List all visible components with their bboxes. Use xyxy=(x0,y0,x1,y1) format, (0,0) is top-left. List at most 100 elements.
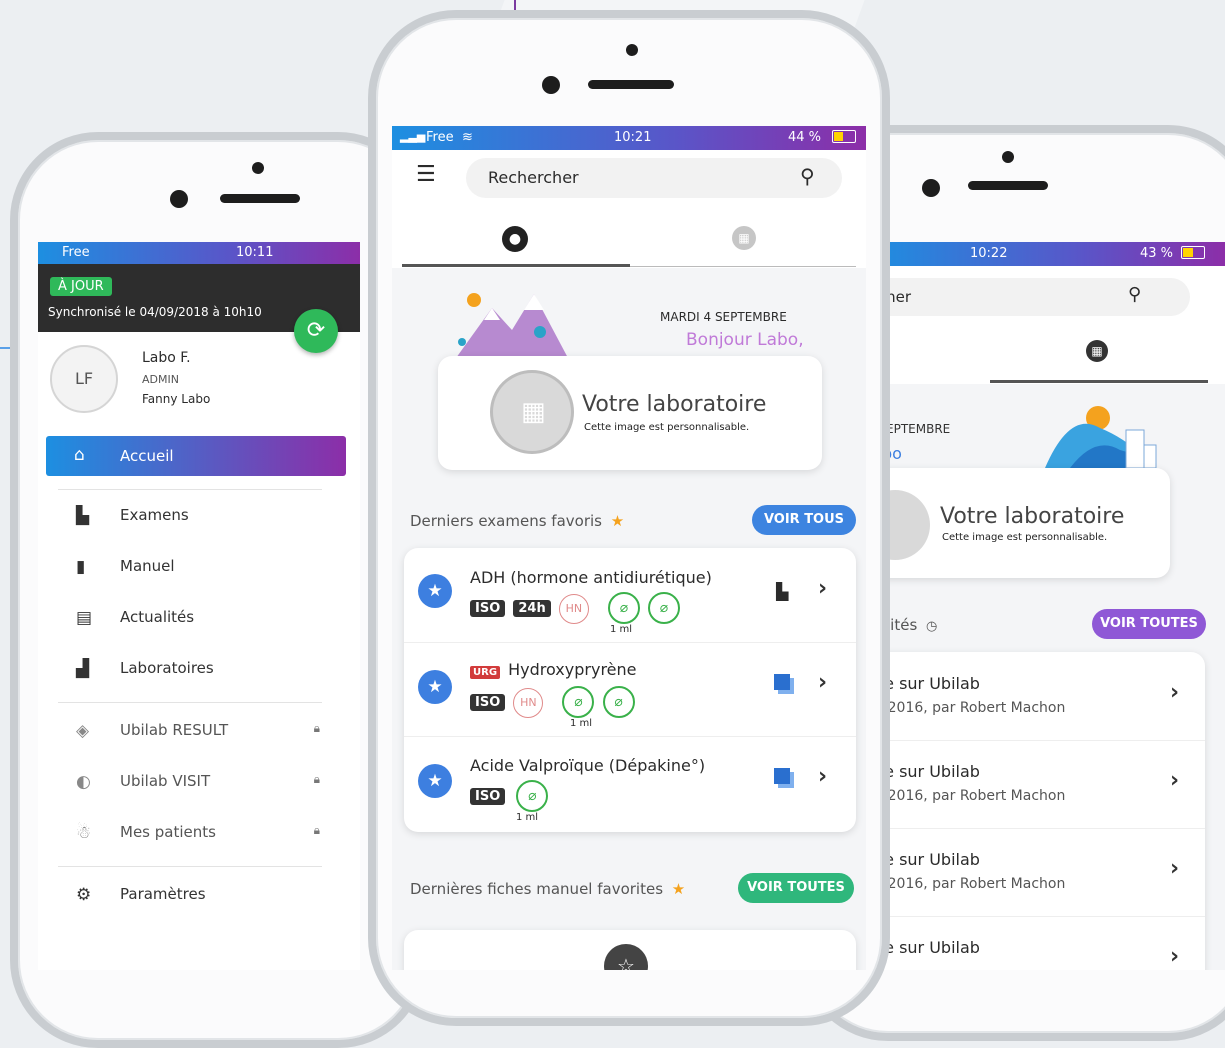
lock-icon: 🔒︎ xyxy=(313,721,320,735)
menu-item-laboratoires[interactable]: ▟ Laboratoires xyxy=(38,659,360,687)
carrier: Free xyxy=(62,245,90,260)
menu-item-examens[interactable]: ▙ Examens xyxy=(38,506,360,534)
divider xyxy=(58,702,322,703)
wifi-icon: ≋ xyxy=(462,130,473,145)
iso-tag: ISO xyxy=(470,788,506,805)
news-item[interactable]: ue sur Ubilab › xyxy=(870,916,1205,970)
hn-badge: HN xyxy=(558,594,589,624)
status-time: 10:11 xyxy=(236,245,274,260)
hamburger-icon[interactable]: ☰ xyxy=(416,162,436,187)
manual-card[interactable]: ☆ xyxy=(404,930,856,970)
menu-item-parametres[interactable]: ⚙ Paramètres xyxy=(38,885,360,913)
exam-name: Acide Valproïque (Dépakine°) xyxy=(470,756,706,775)
voir-tous-button[interactable]: VOIR TOUS xyxy=(752,505,856,535)
news-title-label: lités xyxy=(886,616,918,634)
sensor-dot xyxy=(252,162,264,174)
hn-badge: HN xyxy=(513,688,544,718)
exam-item[interactable]: ★ URG Hydroxypryrène ISO HN ⌀ ⌀ 1 ml › xyxy=(404,642,856,737)
menu-label: Actualités xyxy=(120,608,195,626)
sync-button[interactable]: ⟳ xyxy=(294,309,338,353)
favorite-star-button[interactable]: ★ xyxy=(418,670,452,704)
header: rcher ⚲ ▦ xyxy=(870,266,1225,384)
avatar-initials: LF xyxy=(74,369,94,388)
screen-left: Free 10:11 À JOUR Synchronisé le 04/09/2… xyxy=(38,242,360,970)
divider xyxy=(58,866,322,867)
voir-toutes-button[interactable]: VOIR TOUTES xyxy=(1092,609,1206,639)
exam-name-line: URG Hydroxypryrène xyxy=(470,660,637,679)
lab-card[interactable]: Votre laboratoire Cette image est person… xyxy=(870,468,1170,578)
section-title: Dernières fiches manuel favorites xyxy=(410,880,664,898)
menu-item-manuel[interactable]: ▮ Manuel xyxy=(38,557,360,585)
news-item[interactable]: ue sur Ubilab 9/2016, par Robert Machon … xyxy=(870,740,1205,829)
user-name: Labo F. xyxy=(142,350,191,366)
exam-tags: ISO ⌀ xyxy=(470,780,549,812)
news-item-meta: 9/2016, par Robert Machon xyxy=(874,700,1066,716)
exam-volume: 1 ml xyxy=(610,624,633,635)
divider xyxy=(58,489,322,490)
tube-icon: ⌀ xyxy=(648,592,680,624)
lab-card-subtitle: Cette image est personnalisable. xyxy=(584,422,750,433)
menu-label: Ubilab VISIT xyxy=(120,772,211,790)
menu-label: Manuel xyxy=(120,557,175,575)
duration-tag: 24h xyxy=(513,600,551,617)
home-icon: ⌂ xyxy=(74,445,85,465)
exam-item[interactable]: ★ Acide Valproïque (Dépakine°) ISO ⌀ 1 m… xyxy=(404,736,856,830)
status-time: 10:22 xyxy=(970,246,1008,261)
speaker-grille xyxy=(968,181,1048,190)
exam-tags: ISO 24h HN ⌀ ⌀ xyxy=(470,592,680,624)
favorites-manual-title: Dernières fiches manuel favorites ★ xyxy=(410,880,685,898)
camera-dot xyxy=(170,190,188,208)
date-label: MARDI 4 SEPTEMBRE xyxy=(660,310,787,324)
lab-card-subtitle: Cette image est personnalisable. xyxy=(942,532,1108,543)
iso-tag: ISO xyxy=(470,694,506,711)
tab-divider xyxy=(630,266,856,267)
tab-underline xyxy=(990,380,1208,383)
avatar[interactable]: LF xyxy=(50,345,118,413)
tab-laboratoire[interactable]: ▦ xyxy=(630,212,856,266)
menu-item-actualites[interactable]: ▤ Actualités xyxy=(38,608,360,636)
news-item-meta: 9/2016, par Robert Machon xyxy=(874,876,1066,892)
battery-percent: 43 % xyxy=(1140,246,1174,261)
battery-icon xyxy=(832,130,856,143)
header: ☰ Rechercher ⚲ ● ▦ xyxy=(392,150,866,268)
speaker-grille xyxy=(220,194,300,203)
lock-icon: 🔒︎ xyxy=(313,823,320,837)
news-item[interactable]: ue sur Ubilab 9/2016, par Robert Machon … xyxy=(870,828,1205,917)
gear-icon: ⚙ xyxy=(76,885,92,905)
lab-illustration xyxy=(1045,406,1157,469)
voir-toutes-button[interactable]: VOIR TOUTES xyxy=(738,873,854,903)
menu-item-accueil[interactable]: ⌂ Accueil xyxy=(46,436,346,476)
news-list: ue sur Ubilab 9/2016, par Robert Machon … xyxy=(870,652,1205,970)
tab-profile[interactable]: ● xyxy=(402,212,630,266)
battery-percent: 44 % xyxy=(788,130,822,145)
battery-icon xyxy=(1181,246,1205,259)
screen-center: ▂▃▅ Free ≋ 10:21 44 % ☰ Rechercher ⚲ ● ▦… xyxy=(392,126,866,970)
exam-item[interactable]: ★ ADH (hormone antidiurétique) ISO 24h H… xyxy=(404,548,856,643)
tab-laboratoire[interactable]: ▦ xyxy=(990,328,1220,382)
lab-card-title: Votre laboratoire xyxy=(582,392,767,417)
lab-card[interactable]: ▦ Votre laboratoire Cette image est pers… xyxy=(438,356,822,470)
lab-card-title: Votre laboratoire xyxy=(940,504,1125,529)
book-icon: ▮ xyxy=(76,557,86,577)
search-input[interactable]: Rechercher ⚲ xyxy=(466,158,842,198)
screen-right: 10:22 43 % rcher ⚲ ▦ EPTEMBRE bo Votre l… xyxy=(870,242,1225,970)
newspaper-icon: ▤ xyxy=(76,608,93,628)
news-item[interactable]: ue sur Ubilab 9/2016, par Robert Machon … xyxy=(870,652,1205,741)
menu-item-mes-patients[interactable]: ☃ Mes patients 🔒︎ xyxy=(38,823,360,851)
menu-item-ubilab-result[interactable]: ◈ Ubilab RESULT 🔒︎ xyxy=(38,721,360,749)
manual-icon xyxy=(774,768,790,784)
document-icon: ▙ xyxy=(76,506,90,526)
news-item-meta: 9/2016, par Robert Machon xyxy=(874,788,1066,804)
camera-dot xyxy=(922,179,940,197)
tab-underline xyxy=(402,264,630,267)
user-icon: ● xyxy=(502,226,528,252)
favorite-star-button[interactable]: ★ xyxy=(418,764,452,798)
date-label: EPTEMBRE xyxy=(886,422,951,436)
star-icon: ★ xyxy=(610,512,625,530)
status-time: 10:21 xyxy=(614,130,652,145)
menu-item-ubilab-visit[interactable]: ◐ Ubilab VISIT 🔒︎ xyxy=(38,772,360,800)
star-icon: ★ xyxy=(671,880,686,898)
search-input[interactable]: rcher ⚲ xyxy=(870,278,1190,316)
favorite-star-button[interactable]: ★ xyxy=(418,574,452,608)
chevron-right-icon: › xyxy=(1170,768,1180,793)
